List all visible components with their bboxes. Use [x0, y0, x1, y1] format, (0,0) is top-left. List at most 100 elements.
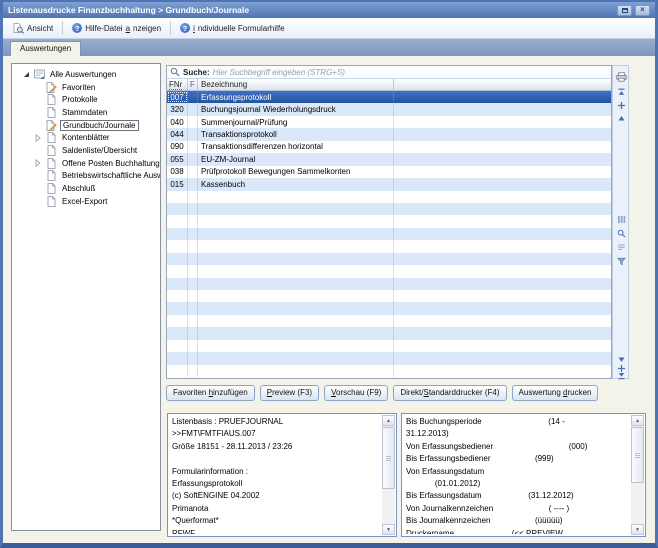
- sidebar-item-betriebswirtschaftliche-auswertungen[interactable]: Betriebswirtschaftliche Auswertungen: [12, 170, 160, 183]
- sidebar-item-offene-posten-buchhaltung[interactable]: Offene Posten Buchhaltung: [12, 157, 160, 170]
- table-row-empty[interactable]: [167, 315, 611, 327]
- table-row[interactable]: 015Kassenbuch: [167, 178, 611, 190]
- ansicht-button[interactable]: Ansicht: [7, 21, 58, 36]
- table-row-empty[interactable]: [167, 203, 611, 215]
- sidebar-item-favoriten[interactable]: Favoriten: [12, 81, 160, 94]
- search-input[interactable]: [213, 67, 608, 78]
- cell-fnr: 044: [167, 128, 188, 140]
- cell-bez: Erfassungsprotokoll: [198, 91, 394, 103]
- table-side-toolbar: [612, 65, 629, 379]
- scrollbar-thumb[interactable]: [631, 427, 644, 483]
- cell-rest: [394, 228, 611, 240]
- table-row-empty[interactable]: [167, 352, 611, 364]
- document-icon: [45, 94, 57, 105]
- cell-f: [188, 166, 198, 178]
- table-row-empty[interactable]: [167, 228, 611, 240]
- sidebar-item-excel-export[interactable]: Excel-Export: [12, 195, 160, 208]
- column-header-FNr[interactable]: FNr: [167, 79, 188, 90]
- info-line: Druckername (<< PREVIEW: [406, 528, 628, 534]
- column-header-Bezeichnung[interactable]: Bezeichnung: [198, 79, 394, 90]
- print-icon[interactable]: [616, 71, 627, 82]
- hilfe-datei-button[interactable]: Hilfe-Datei anzeigen: [67, 21, 166, 35]
- column-header-label: Bezeichnung: [201, 80, 247, 89]
- preview-button[interactable]: Preview (F3): [260, 385, 319, 401]
- cell-f: [188, 302, 198, 314]
- cell-rest: [394, 352, 611, 364]
- table-row-empty[interactable]: [167, 327, 611, 339]
- table-row-empty[interactable]: [167, 290, 611, 302]
- auswertung-drucken-button[interactable]: Auswertung drucken: [512, 385, 599, 401]
- tab-auswertungen[interactable]: Auswertungen: [10, 41, 81, 56]
- table-row[interactable]: 044Transaktionsprotokoll: [167, 128, 611, 140]
- sidebar-item-abschlu-[interactable]: Abschluß: [12, 182, 160, 195]
- cell-fnr: [167, 365, 188, 377]
- scrollbar-thumb[interactable]: [382, 427, 395, 489]
- tree-item-label: Betriebswirtschaftliche Auswertungen: [60, 171, 160, 180]
- expander-closed-icon[interactable]: [35, 134, 45, 142]
- expander-open-icon[interactable]: [23, 71, 33, 78]
- expander-closed-icon[interactable]: [35, 159, 45, 167]
- info-line: Von Erfassungsdatum: [406, 466, 628, 478]
- table-row-empty[interactable]: [167, 265, 611, 277]
- columns-icon[interactable]: [616, 214, 627, 225]
- close-icon[interactable]: [635, 5, 650, 16]
- formularhilfe-button[interactable]: individuelle Formularhilfe: [175, 21, 290, 35]
- table-row[interactable]: 007Erfassungsprotokoll: [167, 91, 611, 103]
- scroll-down-icon[interactable]: [382, 524, 395, 535]
- table-row[interactable]: 055EU-ZM-Journal: [167, 153, 611, 165]
- info-line: 31.12.2013): [406, 428, 628, 440]
- first-row-icon[interactable]: [616, 87, 627, 98]
- sidebar-item-protokolle[interactable]: Protokolle: [12, 93, 160, 106]
- table-row[interactable]: 038Prüfprotokoll Bewegungen Sammelkonten: [167, 166, 611, 178]
- cell-rest: [394, 116, 611, 128]
- table-row-empty[interactable]: [167, 365, 611, 377]
- cell-fnr: 320: [167, 103, 188, 115]
- filter-icon[interactable]: [616, 256, 627, 267]
- scroll-up-icon[interactable]: [631, 415, 644, 426]
- table-row[interactable]: 320Buchungsjournal Wiederholungsdruck: [167, 103, 611, 115]
- results-panel: Suche: FNrFBezeichnung 007Erfassungsprot…: [166, 65, 612, 379]
- cell-bez: [198, 240, 394, 252]
- table-row-empty[interactable]: [167, 240, 611, 252]
- label-text: Ansicht: [27, 24, 53, 33]
- column-header-empty[interactable]: [394, 79, 611, 90]
- info-line: Bis Erfassungsdatum (31.12.2012): [406, 490, 628, 502]
- sidebar-item-saldenliste-bersicht[interactable]: Saldenliste/Übersicht: [12, 144, 160, 157]
- sidebar-item-stammdaten[interactable]: Stammdaten: [12, 106, 160, 119]
- column-header-F[interactable]: F: [188, 79, 198, 90]
- add-row-icon[interactable]: [616, 100, 627, 111]
- zoom-icon[interactable]: [616, 228, 627, 239]
- vorschau-button[interactable]: Vorschau (F9): [324, 385, 388, 401]
- direkt-standarddrucker-button[interactable]: Direkt/Standarddrucker (F4): [393, 385, 506, 401]
- cell-bez: [198, 315, 394, 327]
- last-row-icon[interactable]: [616, 370, 627, 381]
- table-row-empty[interactable]: [167, 191, 611, 203]
- table-row[interactable]: 040Summenjournal/Prüfung: [167, 116, 611, 128]
- scroll-up-icon[interactable]: [382, 415, 395, 426]
- previous-row-icon[interactable]: [616, 113, 627, 124]
- sidebar-item-grundbuch-journale[interactable]: Grundbuch/Journale: [12, 119, 160, 132]
- table-row-empty[interactable]: [167, 253, 611, 265]
- table-row-empty[interactable]: [167, 278, 611, 290]
- cell-rest: [394, 315, 611, 327]
- tree-root-item[interactable]: Alle Auswertungen: [12, 68, 160, 81]
- cell-fnr: [167, 315, 188, 327]
- cell-f: [188, 141, 198, 153]
- tree-item-label: Protokolle: [60, 95, 100, 104]
- cell-fnr: [167, 203, 188, 215]
- sidebar-item-kontenbl-tter[interactable]: Kontenblätter: [12, 131, 160, 144]
- restore-icon[interactable]: [617, 5, 632, 16]
- document-icon: [45, 183, 57, 194]
- cell-rest: [394, 203, 611, 215]
- scroll-down-icon[interactable]: [631, 524, 644, 535]
- table-row-empty[interactable]: [167, 215, 611, 227]
- table-row[interactable]: 090Transaktionsdifferenzen horizontal: [167, 141, 611, 153]
- table-row-empty[interactable]: [167, 340, 611, 352]
- label-text: nzeigen: [133, 24, 161, 33]
- table-row-empty[interactable]: [167, 302, 611, 314]
- cell-bez: Kassenbuch: [198, 178, 394, 190]
- text-lines-icon[interactable]: [616, 242, 627, 253]
- titlebar[interactable]: Listenausdrucke Finanzbuchhaltung > Grun…: [3, 2, 655, 18]
- favoriten-hinzufuegen-button[interactable]: Favoriten hinzufügen: [166, 385, 255, 401]
- cell-bez: [198, 203, 394, 215]
